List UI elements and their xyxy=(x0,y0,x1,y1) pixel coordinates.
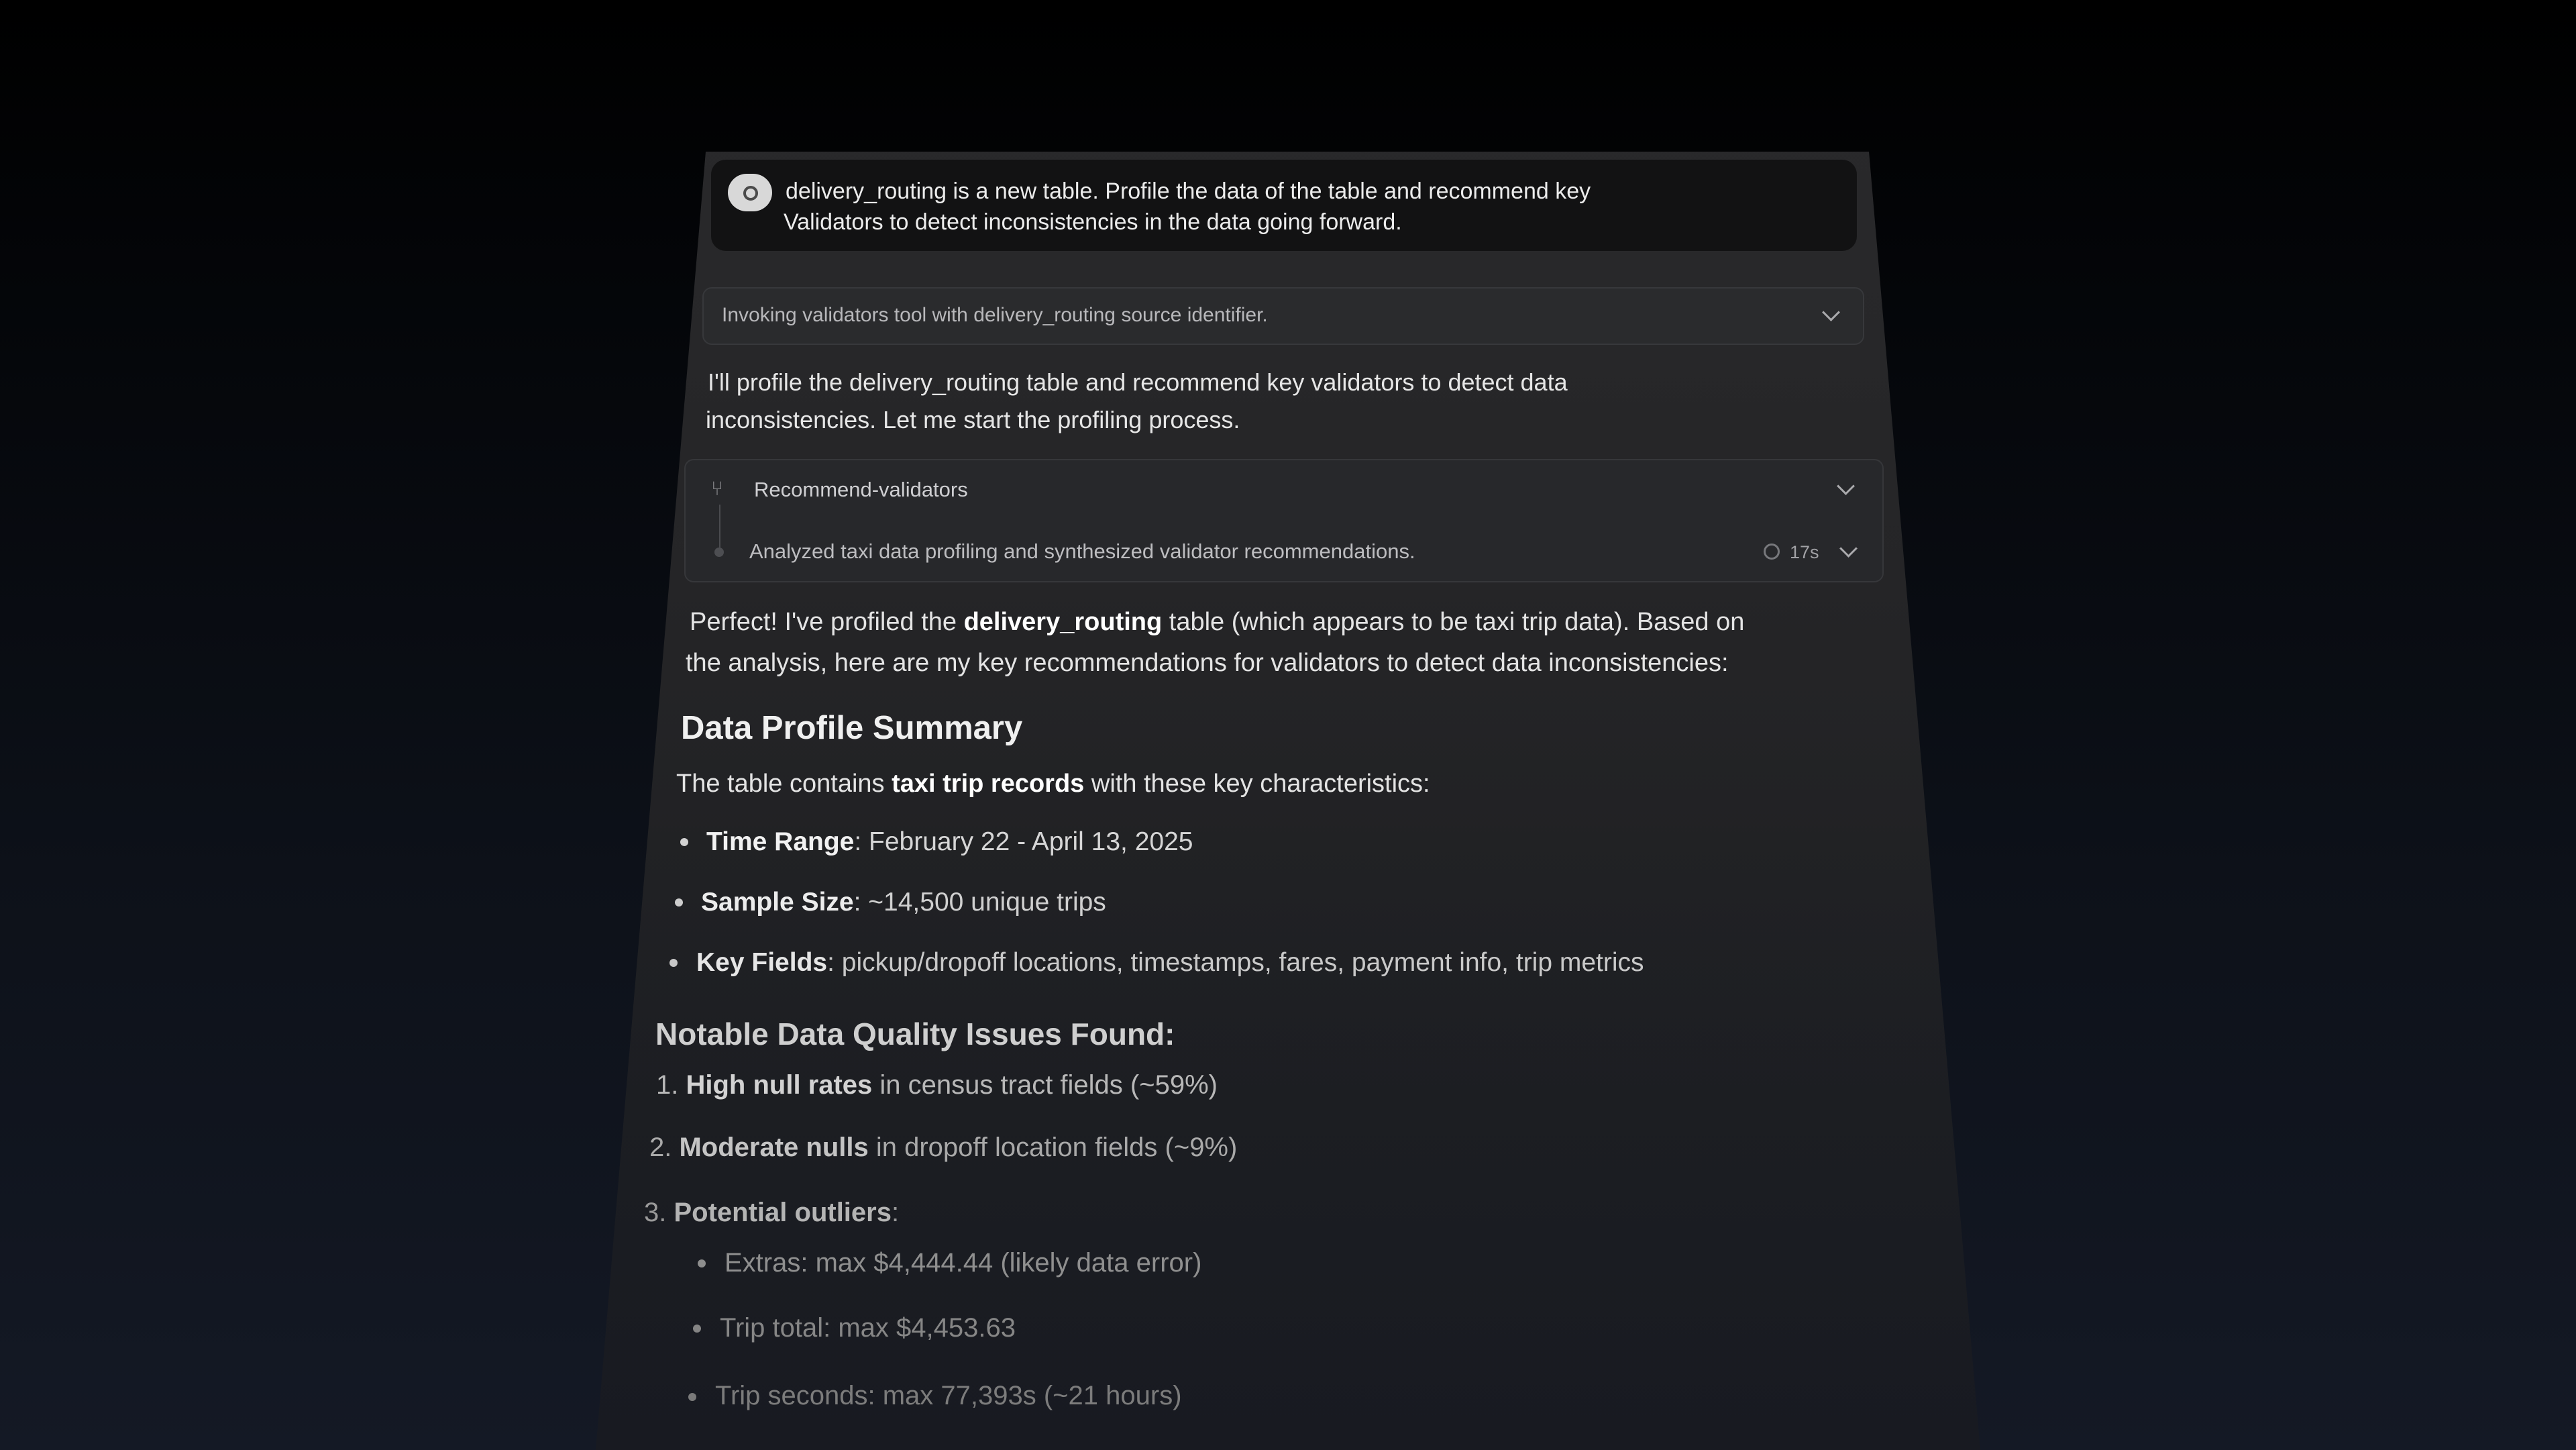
assistant-intro-line-1: I'll profile the delivery_routing table … xyxy=(708,368,1568,396)
step-connector-line xyxy=(719,505,720,550)
numbered-item: 1. High null rates in census tract field… xyxy=(656,1070,1218,1100)
bullet-dot xyxy=(669,959,678,967)
user-prompt-line-2: Validators to detect inconsistencies in … xyxy=(784,209,1402,235)
numbered-item: 3. Potential outliers: xyxy=(644,1198,900,1227)
bullet-dot xyxy=(675,898,683,907)
validator-step-summary[interactable]: Analyzed taxi data profiling and synthes… xyxy=(749,539,1415,564)
outlier-item: Trip seconds: max 77,393s (~21 hours) xyxy=(715,1381,1182,1410)
summary-heading: Data Profile Summary xyxy=(681,710,1023,746)
user-avatar xyxy=(728,174,772,211)
bullet-dot xyxy=(688,1393,696,1401)
step-duration: 17s xyxy=(1790,542,1819,562)
recommend-validators-title[interactable]: Recommend-validators xyxy=(754,478,968,502)
clock-icon xyxy=(1764,543,1780,560)
issues-heading: Notable Data Quality Issues Found: xyxy=(655,1017,1175,1051)
outlier-item: Extras: max $4,444.44 (likely data error… xyxy=(724,1248,1202,1278)
step-dot xyxy=(714,548,724,557)
avatar-icon xyxy=(743,186,758,201)
summary-intro: The table contains taxi trip records wit… xyxy=(676,770,1430,798)
answer-line-2: the analysis, here are my key recommenda… xyxy=(686,649,1729,677)
assistant-intro-line-2: inconsistencies. Let me start the profil… xyxy=(706,406,1240,433)
list-item: Sample Size: ~14,500 unique trips xyxy=(701,888,1106,917)
bullet-dot xyxy=(698,1259,706,1267)
bullet-dot xyxy=(680,838,688,846)
list-item: Time Range: February 22 - April 13, 2025 xyxy=(706,827,1193,856)
list-item: Key Fields: pickup/dropoff locations, ti… xyxy=(696,948,1644,977)
bullet-dot xyxy=(693,1325,701,1333)
tool-branch-icon: ⑂ xyxy=(711,478,723,500)
user-prompt-line-1: delivery_routing is a new table. Profile… xyxy=(786,178,1591,204)
tool-call-label: Invoking validators tool with delivery_r… xyxy=(722,304,1268,326)
answer-line-1: Perfect! I've profiled the delivery_rout… xyxy=(690,608,1745,636)
numbered-item: 2. Moderate nulls in dropoff location fi… xyxy=(649,1133,1238,1162)
outlier-item: Trip total: max $4,453.63 xyxy=(720,1313,1016,1343)
